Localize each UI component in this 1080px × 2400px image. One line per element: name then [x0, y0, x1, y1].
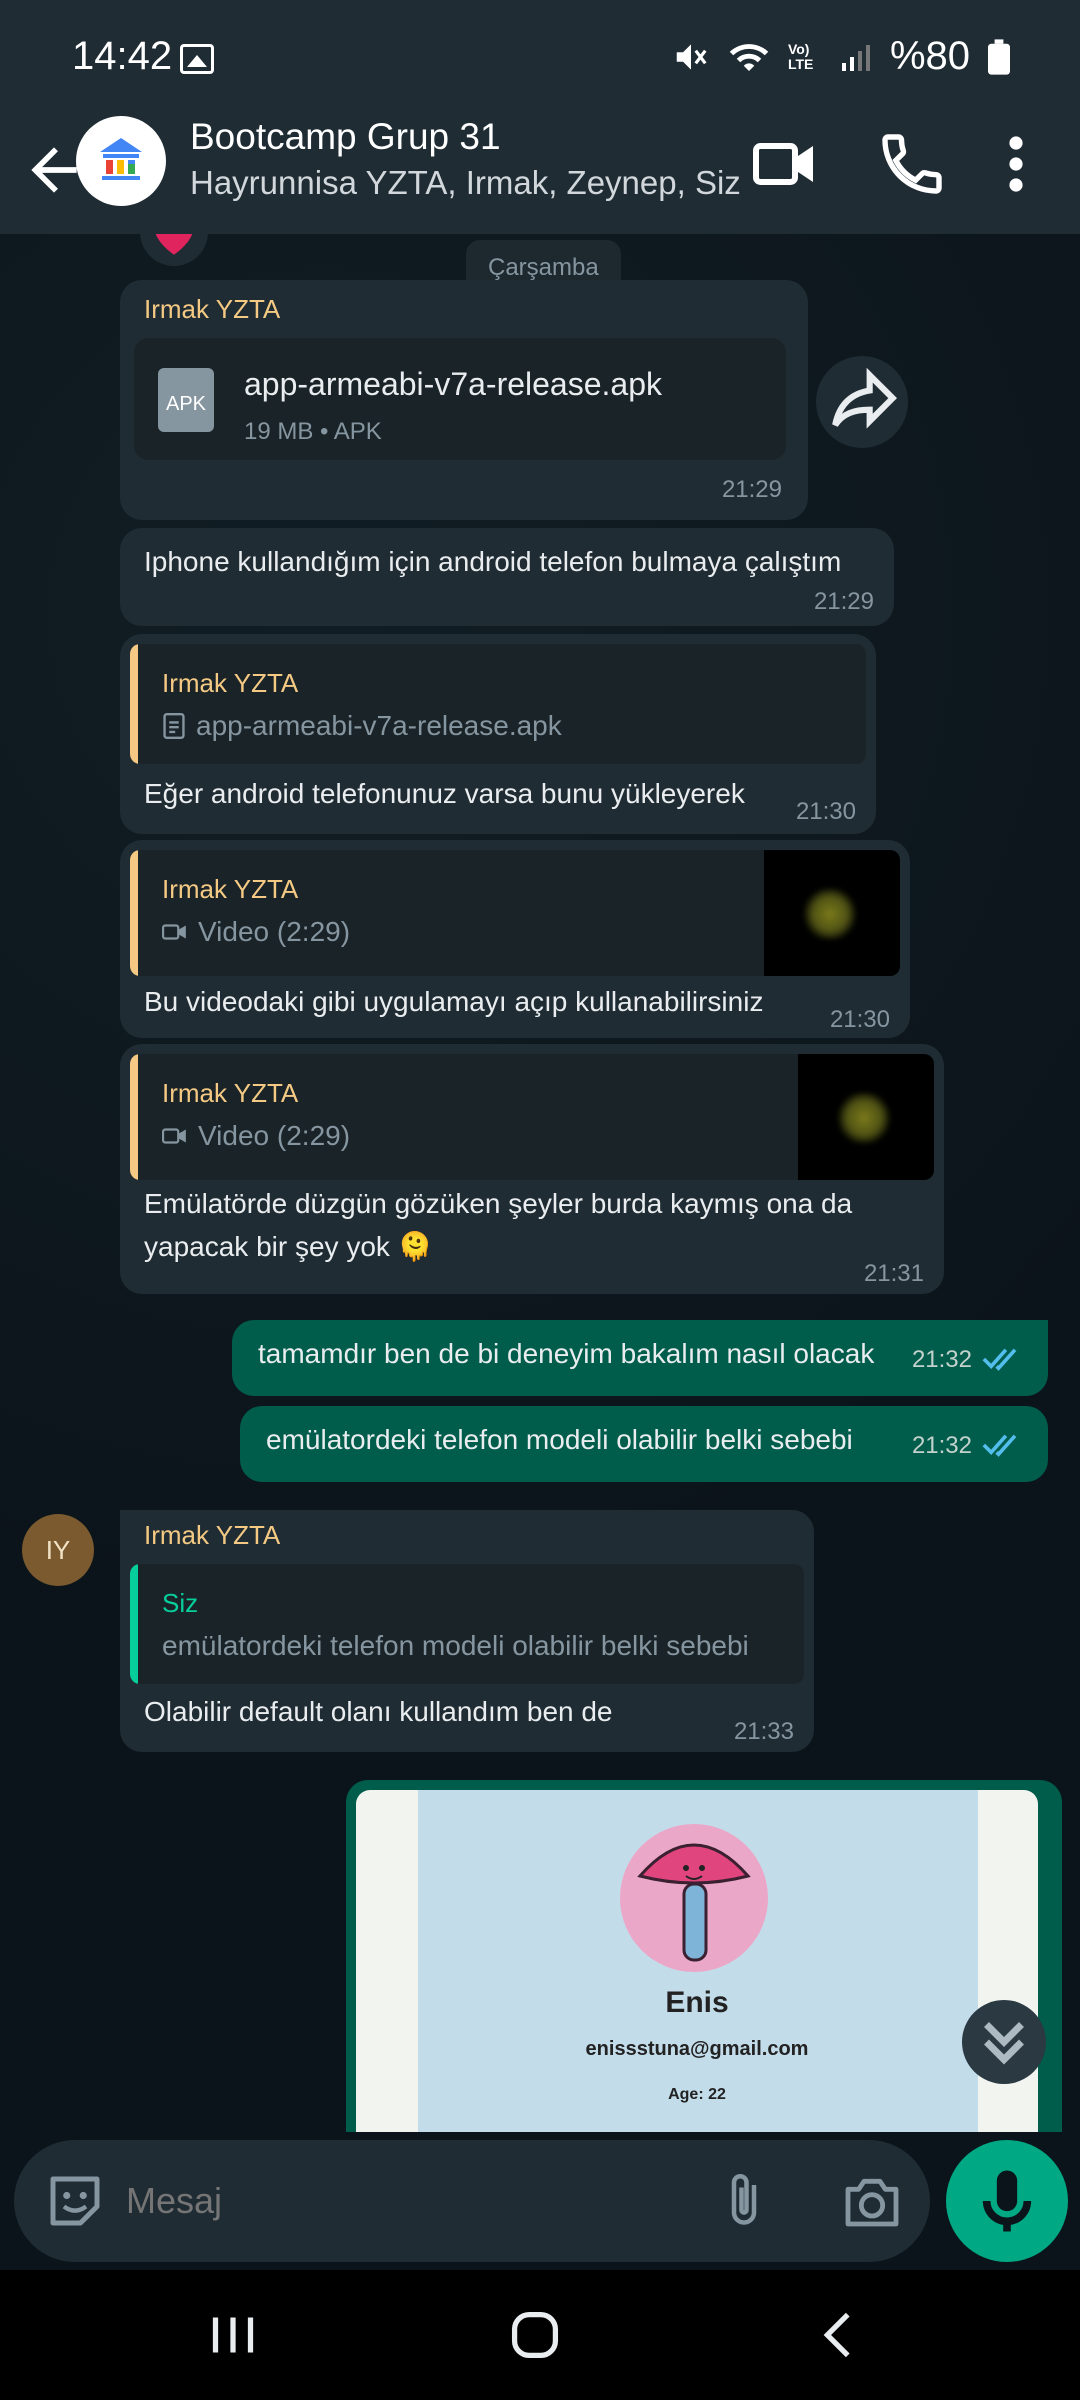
- message-reply[interactable]: Irmak YZTA Video (2:29) Emülatörde düzgü…: [120, 1044, 944, 1294]
- image-text-age: Age: 22: [668, 2086, 726, 2103]
- message-reply[interactable]: Irmak YZTA Video (2:29) Bu videodaki gib…: [120, 840, 910, 1038]
- mushroom-avatar-image: [620, 1824, 768, 1972]
- signal-icon: [841, 44, 870, 71]
- image-preview[interactable]: Enis enissstuna@gmail.com Age: 22: [356, 1790, 1038, 2132]
- file-name: app-armeabi-v7a-release.apk: [244, 366, 662, 402]
- message-time: 21:31: [863, 1260, 924, 1287]
- video-call-icon[interactable]: [750, 128, 822, 200]
- message-outgoing[interactable]: emülatordeki telefon modeli olabilir bel…: [240, 1406, 1048, 1482]
- lte-label: Vo) LTE: [787, 40, 814, 72]
- message-body: emülatordeki telefon modeli olabilir bel…: [266, 1424, 853, 1455]
- video-icon: [162, 924, 186, 940]
- sender-name: Irmak YZTA: [144, 294, 281, 324]
- home-icon[interactable]: [500, 2300, 570, 2370]
- message-body: Olabilir default olanı kullandım ben de: [144, 1696, 613, 1727]
- quoted-sender: Siz: [162, 1588, 199, 1618]
- group-title[interactable]: Bootcamp Grup 31: [190, 116, 501, 158]
- message-reply[interactable]: Irmak YZTA Siz emülatordeki telefon mode…: [120, 1510, 814, 1752]
- document-icon: [163, 713, 185, 739]
- video-icon: [162, 1128, 186, 1144]
- image-text-name: Enis: [665, 1986, 729, 2019]
- quoted-text: Video (2:29): [198, 1120, 351, 1151]
- quoted-message[interactable]: Irmak YZTA Video (2:29): [130, 850, 900, 976]
- image-text-email: enissstuna@gmail.com: [585, 2038, 809, 2060]
- message-body: tamamdır ben de bi deneyim bakalım nasıl…: [258, 1338, 875, 1369]
- message-body-line2: yapacak bir şey yok 🫠: [144, 1231, 433, 1262]
- sender-name: Irmak YZTA: [144, 1520, 281, 1550]
- message-list[interactable]: Çarşamba Irmak YZTA APK app-armeabi-v7a-…: [0, 234, 1080, 2132]
- message-file[interactable]: Irmak YZTA APK app-armeabi-v7a-release.a…: [120, 280, 808, 520]
- forward-button[interactable]: [816, 356, 908, 448]
- message-time: 21:32: [911, 1346, 972, 1373]
- system-navigation-bar: [0, 2270, 1080, 2400]
- quoted-text: emülatordeki telefon modeli olabilir bel…: [162, 1630, 749, 1661]
- status-time: 14:42: [72, 34, 173, 78]
- quoted-text: app-armeabi-v7a-release.apk: [196, 710, 562, 741]
- message-time: 21:32: [911, 1432, 972, 1459]
- double-chevron-down-icon: [984, 2022, 1024, 2065]
- message-time: 21:29: [721, 476, 782, 503]
- message-outgoing[interactable]: tamamdır ben de bi deneyim bakalım nasıl…: [232, 1320, 1048, 1396]
- quoted-message[interactable]: Siz emülatordeki telefon modeli olabilir…: [130, 1564, 804, 1684]
- status-icons: Vo) LTE %80: [672, 34, 1010, 79]
- quoted-sender: Irmak YZTA: [162, 874, 299, 904]
- forward-icon: [832, 367, 898, 429]
- message-time: 21:30: [829, 1006, 890, 1033]
- video-thumbnail: [764, 850, 900, 976]
- gallery-notification-icon: [180, 44, 214, 74]
- battery-icon: [988, 38, 1010, 75]
- read-ticks-icon: [982, 1348, 1017, 1371]
- message-input-container[interactable]: [14, 2140, 930, 2262]
- back-nav-icon[interactable]: [804, 2300, 874, 2370]
- group-members[interactable]: Hayrunnisa YZTA, Irmak, Zeynep, Siz: [190, 164, 741, 202]
- message-body: Eğer android telefonunuz varsa bunu yükl…: [144, 778, 745, 809]
- message-time: 21:29: [813, 588, 874, 615]
- sticker-icon[interactable]: [42, 2168, 108, 2234]
- attach-icon[interactable]: [714, 2170, 774, 2230]
- microphone-icon: [982, 2170, 1032, 2232]
- message-time: 21:30: [795, 798, 856, 825]
- recent-apps-icon[interactable]: [198, 2300, 268, 2370]
- message-body-line1: Emülatörde düzgün gözüken şeyler burda k…: [144, 1188, 853, 1219]
- quoted-message[interactable]: Irmak YZTA app-armeabi-v7a-release.apk: [130, 644, 866, 764]
- voice-call-icon[interactable]: [876, 128, 948, 200]
- battery-percent: %80: [889, 34, 970, 78]
- apk-file-icon: APK: [158, 368, 214, 432]
- sender-avatar[interactable]: IY: [22, 1514, 94, 1586]
- group-avatar[interactable]: [76, 116, 166, 206]
- google-building-icon: [100, 138, 142, 180]
- message-reply[interactable]: Irmak YZTA app-armeabi-v7a-release.apk E…: [120, 634, 876, 834]
- status-bar: 14:42 Vo) LTE %80: [0, 0, 1080, 116]
- quoted-text: Video (2:29): [198, 916, 351, 947]
- quoted-message[interactable]: Irmak YZTA Video (2:29): [130, 1054, 934, 1180]
- quoted-sender: Irmak YZTA: [162, 668, 299, 698]
- message-time: 21:33: [733, 1718, 794, 1745]
- message-image[interactable]: Enis enissstuna@gmail.com Age: 22: [346, 1780, 1062, 2132]
- chat-header: Bootcamp Grup 31 Hayrunnisa YZTA, Irmak,…: [0, 116, 1080, 234]
- voice-record-button[interactable]: [946, 2140, 1068, 2262]
- file-attachment[interactable]: APK app-armeabi-v7a-release.apk 19 MB • …: [134, 338, 786, 460]
- message-body: Iphone kullandığım için android telefon …: [144, 546, 842, 577]
- camera-icon[interactable]: [840, 2170, 904, 2230]
- message-body: Bu videodaki gibi uygulamayı açıp kullan…: [144, 986, 764, 1017]
- mute-icon: [676, 43, 707, 70]
- message-text[interactable]: Iphone kullandığım için android telefon …: [120, 528, 894, 626]
- wifi-icon: [729, 43, 769, 71]
- reaction-heart-icon: [140, 234, 208, 266]
- quoted-sender: Irmak YZTA: [162, 1078, 299, 1108]
- message-input[interactable]: [126, 2180, 686, 2222]
- read-ticks-icon: [982, 1434, 1017, 1457]
- file-meta: 19 MB • APK: [244, 418, 382, 445]
- composer: [0, 2132, 1080, 2270]
- video-thumbnail: [798, 1054, 934, 1180]
- more-options-icon[interactable]: [986, 128, 1046, 200]
- scroll-to-bottom-button[interactable]: [962, 2000, 1046, 2084]
